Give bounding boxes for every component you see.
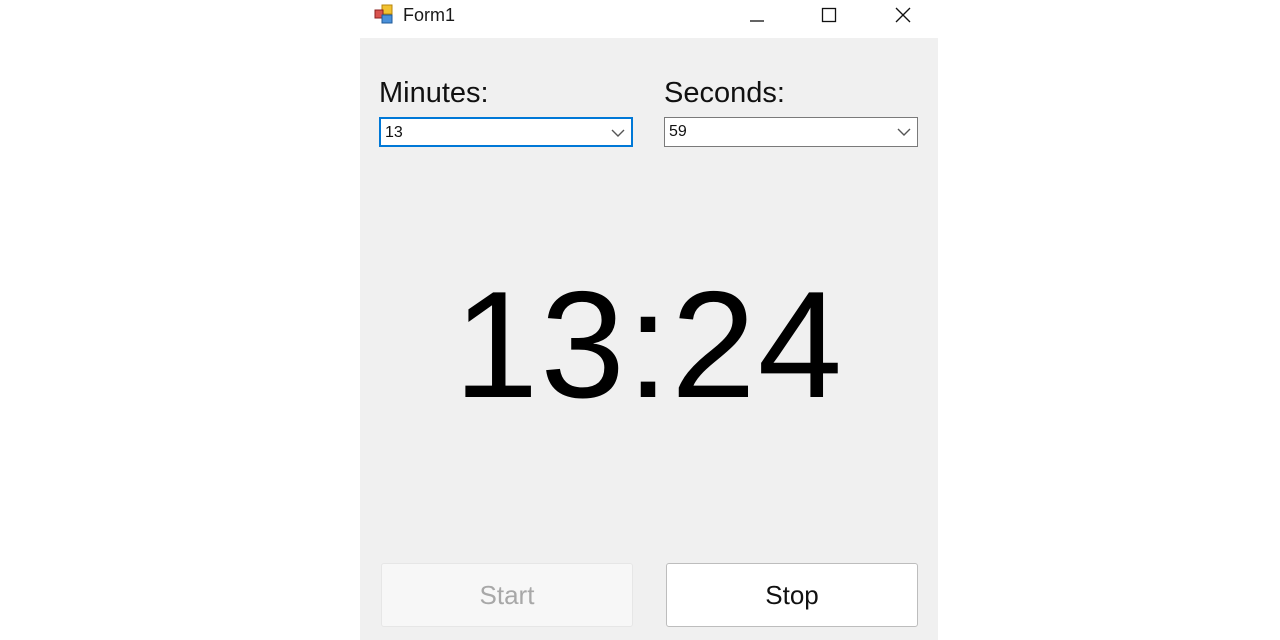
chevron-down-icon[interactable] (895, 124, 913, 140)
start-button[interactable]: Start (381, 563, 633, 627)
maximize-icon (821, 7, 837, 23)
countdown-display: 13:24 (453, 260, 845, 430)
title-bar[interactable]: Form1 (360, 0, 938, 38)
seconds-combobox[interactable]: 59 (664, 117, 918, 147)
minimize-button[interactable] (734, 0, 780, 30)
close-icon (895, 7, 911, 23)
app-icon (374, 4, 394, 24)
window-title: Form1 (403, 5, 456, 25)
close-button[interactable] (880, 0, 926, 30)
stop-button[interactable]: Stop (666, 563, 918, 627)
form-window: Form1 Minutes: Seconds: 13 59 13:24 Star… (360, 0, 938, 640)
seconds-value: 59 (669, 123, 687, 140)
maximize-button[interactable] (806, 0, 852, 30)
minimize-icon (750, 20, 764, 22)
minutes-combobox[interactable]: 13 (379, 117, 633, 147)
minutes-label: Minutes: (379, 77, 489, 109)
seconds-label: Seconds: (664, 77, 785, 109)
chevron-down-icon[interactable] (609, 125, 627, 141)
minutes-value: 13 (385, 124, 403, 141)
